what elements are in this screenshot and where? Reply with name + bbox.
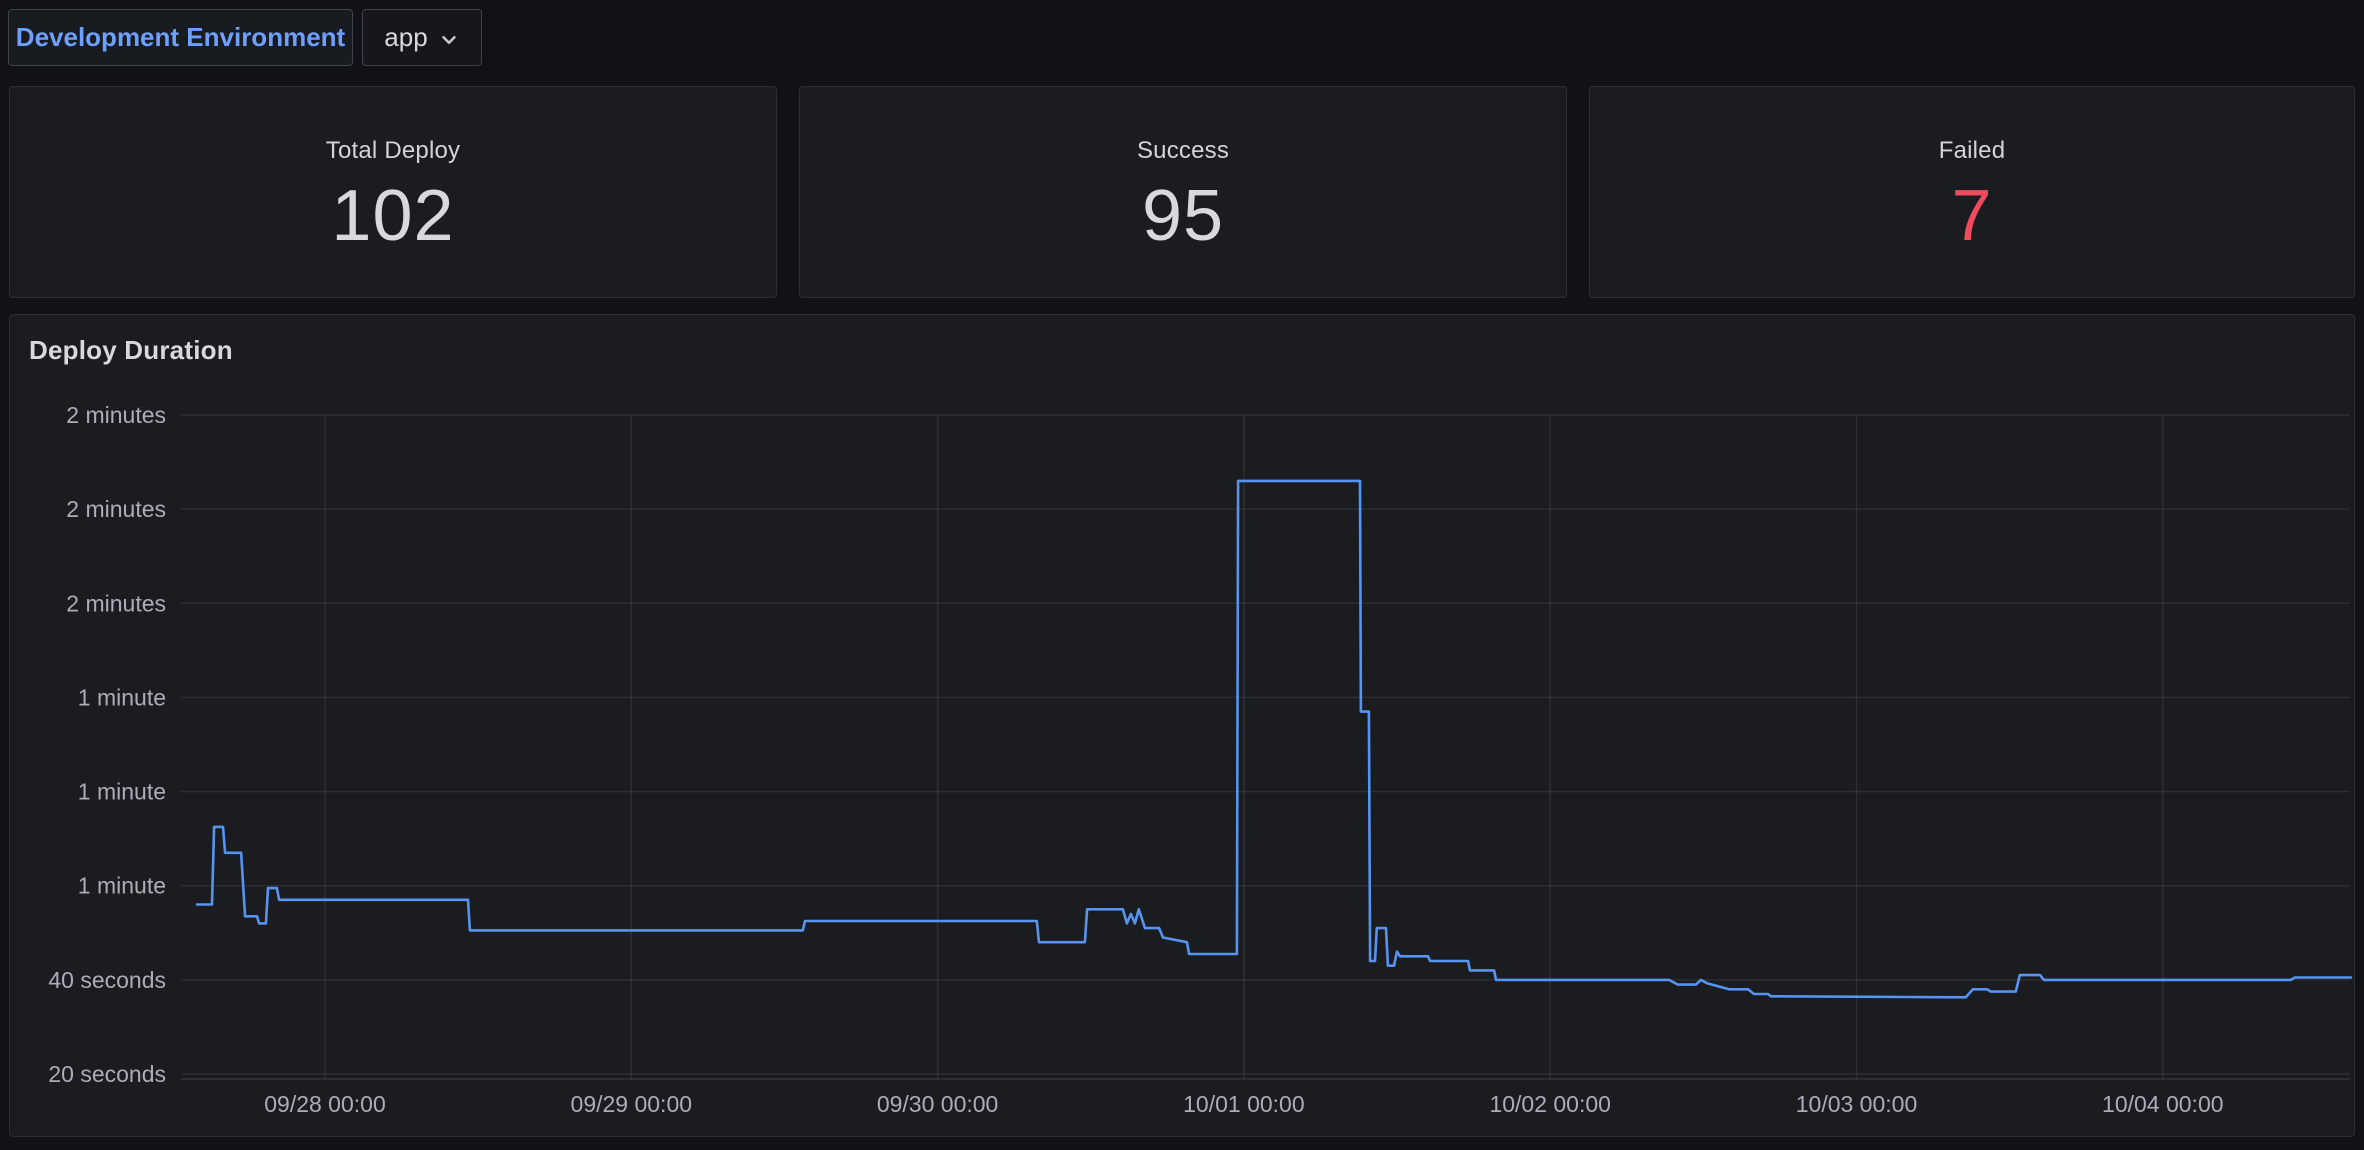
deploy-duration-series-line (195, 479, 2353, 999)
x-tick-label: 10/03 00:00 (1796, 1091, 1918, 1117)
x-tick-label: 10/04 00:00 (2102, 1091, 2224, 1117)
deploy-duration-chart[interactable]: 2 minutes 2 minutes 2 minutes 1 minute 1 min… (10, 315, 2354, 1136)
chevron-down-icon (441, 35, 456, 44)
y-tick-label: 40 seconds (48, 967, 166, 993)
stat-title: Failed (1938, 137, 2006, 164)
y-tick-label: 1 minute (78, 684, 166, 710)
deploy-duration-panel: Deploy Duration 2 minutes 2 minutes 2 minu… (9, 314, 2355, 1137)
y-tick-label: 2 minutes (66, 590, 166, 616)
stat-panel-total-deploy: Total Deploy 102 (9, 86, 777, 298)
stat-title: Success (1136, 137, 1230, 164)
stat-value: 95 (1141, 176, 1225, 256)
app-variable-value: app (384, 22, 428, 52)
dashboard-page: Development Environment app Total Deploy… (0, 0, 2364, 1150)
x-tick-label: 09/28 00:00 (264, 1091, 386, 1117)
stat-panel-success: Success 95 (799, 86, 1567, 298)
stat-value: 7 (1951, 176, 1993, 256)
environment-link-button[interactable]: Development Environment (8, 9, 353, 66)
y-tick-label: 2 minutes (66, 402, 166, 428)
app-variable-dropdown[interactable]: app (362, 9, 482, 66)
y-tick-label: 2 minutes (66, 496, 166, 522)
x-tick-label: 10/01 00:00 (1183, 1091, 1305, 1117)
x-tick-label: 09/30 00:00 (877, 1091, 999, 1117)
stat-value: 102 (331, 176, 455, 256)
y-tick-label: 20 seconds (48, 1061, 166, 1087)
y-tick-label: 1 minute (78, 873, 166, 899)
x-tick-label: 10/02 00:00 (1489, 1091, 1611, 1117)
y-tick-label: 1 minute (78, 779, 166, 805)
stat-title: Total Deploy (325, 137, 461, 164)
stat-panel-failed: Failed 7 (1589, 86, 2355, 298)
x-tick-label: 09/29 00:00 (571, 1091, 693, 1117)
